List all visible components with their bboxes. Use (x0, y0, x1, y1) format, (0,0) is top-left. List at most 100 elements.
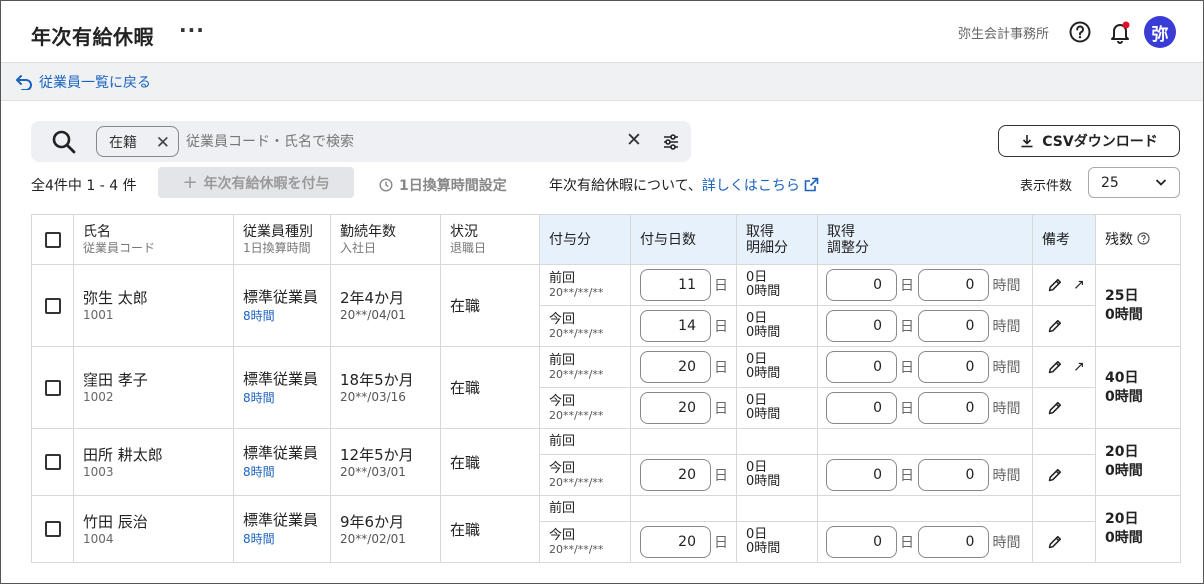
remain-cell: 20日 0時間 (1095, 428, 1181, 496)
employee-code: 1003 (83, 464, 114, 479)
edit-pencil-icon[interactable] (1047, 400, 1063, 416)
remain-cell: 40日 0時間 (1095, 346, 1181, 429)
more-menu-button[interactable]: ··· (179, 18, 205, 42)
taken-detail-cell: 0日 0時間 (736, 454, 818, 496)
hours-link[interactable]: 8時間 (243, 307, 330, 324)
row-checkbox[interactable] (44, 454, 61, 470)
back-to-employee-list-link[interactable]: 従業員一覧に戻る (15, 72, 151, 92)
grant-days-input[interactable]: 20 (640, 351, 711, 383)
adjust-days-input[interactable]: 0 (826, 526, 897, 558)
chevron-down-icon (1155, 179, 1167, 186)
header-notes: 備考 (1032, 214, 1096, 265)
header-type[interactable]: 従業員種別 1日換算時間 (233, 214, 331, 265)
header-status[interactable]: 状況 退職日 (440, 214, 540, 265)
help-icon[interactable] (1069, 21, 1091, 43)
grant-days-cell: 11 日 (630, 264, 737, 306)
details-link[interactable]: 詳しくはこちら (702, 177, 819, 194)
grant-days-input[interactable]: 11 (640, 269, 711, 301)
hours-link[interactable]: 8時間 (243, 530, 330, 547)
leave-table: 氏名 従業員コード 従業員種別 1日換算時間 勤続年数 入社日 状況 退職日 付与分 付… (31, 214, 1181, 563)
chip-label: 在籍 (109, 134, 137, 151)
adjust-days-input[interactable]: 0 (826, 459, 897, 491)
grant-days-cell: 20 日 (630, 346, 737, 388)
avatar[interactable]: 弥 (1144, 16, 1176, 48)
adjust-days-input[interactable]: 0 (826, 351, 897, 383)
notes-cell (1032, 495, 1096, 522)
taken-detail-cell (736, 495, 818, 522)
hour-setting-label: 1日換算時間設定 (399, 178, 507, 194)
hour-setting-button[interactable]: 1日換算時間設定 (379, 175, 507, 195)
expand-arrow-icon[interactable]: ↗ (1073, 359, 1085, 375)
per-page-select[interactable]: 25 (1088, 167, 1180, 198)
row-checkbox[interactable] (44, 521, 61, 537)
grant-days-input[interactable]: 20 (640, 526, 711, 558)
edit-pencil-icon[interactable] (1047, 534, 1063, 550)
csv-download-button[interactable]: CSVダウンロード (998, 125, 1180, 157)
adjust-hours-input[interactable]: 0 (918, 351, 990, 383)
grant-label-cell: 今回 20**/**/** (539, 305, 631, 347)
hours-link[interactable]: 8時間 (243, 463, 330, 480)
adjust-days-input[interactable]: 0 (826, 310, 897, 342)
edit-pencil-icon[interactable] (1047, 318, 1063, 334)
row-select-cell (31, 495, 74, 563)
employee-code: 1004 (83, 531, 114, 546)
notification-bell-icon[interactable] (1109, 20, 1131, 44)
back-link-label: 従業員一覧に戻る (39, 75, 151, 91)
adjust-days-input[interactable]: 0 (826, 392, 897, 424)
employee-name[interactable]: 窪田 孝子 (83, 371, 233, 390)
notes-cell (1032, 428, 1096, 455)
search-input[interactable] (186, 129, 616, 155)
clock-icon (379, 178, 393, 192)
adjust-hours-input[interactable]: 0 (918, 392, 990, 424)
search-icon[interactable] (51, 129, 77, 155)
adjust-days-input[interactable]: 0 (826, 269, 897, 301)
page-title: 年次有給休暇 (31, 25, 154, 49)
clear-search-icon[interactable]: ✕ (626, 129, 642, 151)
name-cell: 竹田 辰治 1004 (73, 495, 234, 563)
taken-detail-cell: 0日 0時間 (736, 305, 818, 347)
grant-days-input[interactable]: 20 (640, 459, 711, 491)
select-all-checkbox[interactable] (44, 231, 61, 248)
select-all-cell (31, 214, 74, 265)
filter-settings-icon[interactable] (661, 132, 681, 152)
employee-name[interactable]: 田所 耕太郎 (83, 446, 233, 465)
header-years[interactable]: 勤続年数 入社日 (330, 214, 441, 265)
hours-link[interactable]: 8時間 (243, 389, 330, 406)
per-page-value: 25 (1101, 174, 1119, 191)
grant-days-input[interactable]: 14 (640, 310, 711, 342)
grant-days-input[interactable]: 20 (640, 392, 711, 424)
status-filter-chip[interactable]: 在籍 ✕ (96, 126, 179, 157)
edit-pencil-icon[interactable] (1047, 359, 1063, 375)
grant-days-cell: 20 日 (630, 521, 737, 563)
grant-days-cell: 20 日 (630, 387, 737, 429)
grant-label-cell: 前回 20**/**/** (539, 346, 631, 388)
taken-adjust-cell: 0日 0 時間 (817, 305, 1033, 347)
grant-days-cell (630, 495, 737, 522)
edit-pencil-icon[interactable] (1047, 467, 1063, 483)
help-icon[interactable] (1137, 231, 1151, 245)
grant-leave-button[interactable]: + 年次有給休暇を付与 (158, 167, 354, 198)
row-select-cell (31, 264, 74, 347)
header-name[interactable]: 氏名 従業員コード (73, 214, 234, 265)
grant-days-cell: 20 日 (630, 454, 737, 496)
adjust-hours-input[interactable]: 0 (918, 310, 990, 342)
name-cell: 田所 耕太郎 1003 (73, 428, 234, 496)
adjust-hours-input[interactable]: 0 (918, 459, 990, 491)
grant-days-cell (630, 428, 737, 455)
grant-label-cell: 今回 20**/**/** (539, 387, 631, 429)
chip-remove-icon[interactable]: ✕ (156, 133, 170, 153)
notes-cell (1032, 454, 1096, 496)
taken-adjust-cell (817, 495, 1033, 522)
remain-cell: 25日 0時間 (1095, 264, 1181, 347)
expand-arrow-icon[interactable]: ↗ (1073, 277, 1085, 293)
employee-name[interactable]: 竹田 辰治 (83, 513, 233, 532)
external-link-icon (804, 177, 819, 192)
row-checkbox[interactable] (44, 379, 61, 396)
adjust-hours-input[interactable]: 0 (918, 269, 990, 301)
years-cell: 18年5か月 20**/03/16 (330, 346, 441, 429)
employee-name[interactable]: 弥生 太郎 (83, 289, 233, 308)
edit-pencil-icon[interactable] (1047, 277, 1063, 293)
taken-detail-cell: 0日 0時間 (736, 264, 818, 306)
adjust-hours-input[interactable]: 0 (918, 526, 990, 558)
row-checkbox[interactable] (44, 297, 61, 314)
